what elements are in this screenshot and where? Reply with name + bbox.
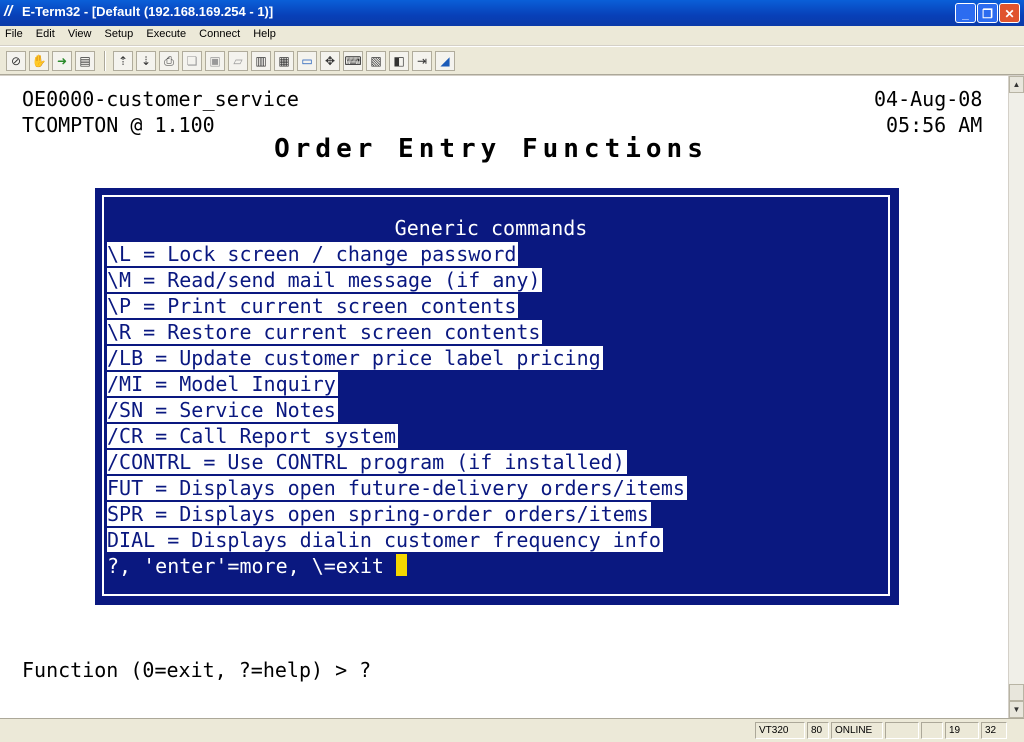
menu-help[interactable]: Help — [248, 26, 281, 40]
page-title: Order Entry Functions — [274, 134, 708, 164]
command-line: \M = Read/send mail message (if any) — [107, 268, 543, 292]
paste-icon[interactable]: ▣ — [205, 51, 225, 71]
status-blank — [921, 722, 943, 739]
scroll-down-icon[interactable]: ▼ — [1009, 701, 1024, 718]
row-status: 19 — [945, 722, 979, 739]
title-bar: // E-Term32 - [Default (192.168.169.254 … — [0, 0, 1024, 26]
window-title: E-Term32 - [Default (192.168.169.254 - 1… — [22, 4, 274, 19]
send-file-icon[interactable]: ⇡ — [113, 51, 133, 71]
help-icon[interactable]: ◢ — [435, 51, 455, 71]
popup-prompt: ?, 'enter'=more, \=exit — [107, 554, 384, 578]
scroll-up-icon[interactable]: ▲ — [1009, 76, 1024, 93]
menu-view[interactable]: View — [63, 26, 97, 40]
col-status: 32 — [981, 722, 1007, 739]
status-blank — [885, 722, 919, 739]
exit-icon[interactable]: ⇥ — [412, 51, 432, 71]
capture-icon[interactable]: ▥ — [251, 51, 271, 71]
menu-file[interactable]: File — [0, 26, 28, 40]
command-line: /SN = Service Notes — [107, 398, 338, 422]
command-line: \R = Restore current screen contents — [107, 320, 543, 344]
vertical-scrollbar[interactable]: ▲ ▼ — [1008, 76, 1024, 718]
command-line: /MI = Model Inquiry — [107, 372, 338, 396]
toolbar-separator — [104, 51, 106, 71]
print-icon[interactable]: ⎙ — [159, 51, 179, 71]
log-icon[interactable]: ▦ — [274, 51, 294, 71]
command-line: /CR = Call Report system — [107, 424, 398, 448]
emulation-status: VT320 — [755, 722, 805, 739]
settings-icon[interactable]: ✥ — [320, 51, 340, 71]
menu-edit[interactable]: Edit — [31, 26, 60, 40]
receive-file-icon[interactable]: ⇣ — [136, 51, 156, 71]
columns-status: 80 — [807, 722, 829, 739]
copy-icon[interactable]: ❏ — [182, 51, 202, 71]
menu-connect[interactable]: Connect — [194, 26, 245, 40]
command-line: /CONTRL = Use CONTRL program (if install… — [107, 450, 627, 474]
scroll-thumb[interactable] — [1009, 684, 1024, 701]
clear-icon[interactable]: ▱ — [228, 51, 248, 71]
date: 04-Aug-08 — [874, 87, 983, 111]
menu-setup[interactable]: Setup — [100, 26, 139, 40]
minimize-button[interactable]: _ — [955, 3, 976, 23]
hand-icon[interactable]: ✋ — [29, 51, 49, 71]
printer-setup-icon[interactable]: ▤ — [75, 51, 95, 71]
command-line: FUT = Displays open future-delivery orde… — [107, 476, 687, 500]
text-cursor — [396, 554, 407, 576]
app-icon: // — [4, 3, 13, 20]
toolbar: ⊘ ✋ ➜ ▤ ⇡ ⇣ ⎙ ❏ ▣ ▱ ▥ ▦ ▭ ✥ ⌨ ▧ ◧ ⇥ ◢ — [0, 46, 1024, 75]
program-name: OE0000-customer_service — [22, 87, 299, 111]
menu-execute[interactable]: Execute — [141, 26, 191, 40]
popup-heading: Generic commands — [394, 216, 588, 240]
command-line: /LB = Update customer price label pricin… — [107, 346, 603, 370]
macro-icon[interactable]: ◧ — [389, 51, 409, 71]
function-prompt[interactable]: Function (0=exit, ?=help) > ? — [22, 658, 371, 682]
command-line: SPR = Displays open spring-order orders/… — [107, 502, 651, 526]
terminal-screen[interactable]: OE0000-customer_service 04-Aug-08 TCOMPT… — [0, 76, 1008, 718]
command-line: \L = Lock screen / change password — [107, 242, 519, 266]
screen-icon[interactable]: ▭ — [297, 51, 317, 71]
close-button[interactable]: ✕ — [999, 3, 1020, 23]
restore-button[interactable]: ❐ — [977, 3, 998, 23]
command-line: \P = Print current screen contents — [107, 294, 519, 318]
terminal-icon[interactable]: ▧ — [366, 51, 386, 71]
connect-icon[interactable]: ➜ — [52, 51, 72, 71]
keyboard-icon[interactable]: ⌨ — [343, 51, 363, 71]
disconnect-icon[interactable]: ⊘ — [6, 51, 26, 71]
status-bar: VT320 80 ONLINE 19 32 — [0, 718, 1024, 742]
menu-bar: File Edit View Setup Execute Connect Hel… — [0, 26, 1024, 45]
connection-status: ONLINE — [831, 722, 883, 739]
command-line: DIAL = Displays dialin customer frequenc… — [107, 528, 663, 552]
